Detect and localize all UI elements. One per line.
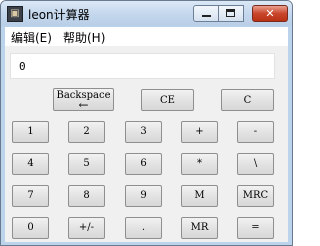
key-5[interactable]: 5 xyxy=(68,153,105,175)
key-4[interactable]: 4 xyxy=(12,153,49,175)
backspace-arrow-icon: ← xyxy=(78,98,89,112)
minimize-button[interactable] xyxy=(193,5,219,22)
key-6[interactable]: 6 xyxy=(125,153,162,175)
key-9[interactable]: 9 xyxy=(125,185,162,207)
key-decimal[interactable]: . xyxy=(125,217,162,239)
backspace-button[interactable]: Backspace ← xyxy=(53,88,114,111)
key-2[interactable]: 2 xyxy=(68,121,105,143)
key-0[interactable]: 0 xyxy=(12,217,49,239)
key-memory-mr[interactable]: MR xyxy=(181,217,218,239)
key-3[interactable]: 3 xyxy=(125,121,162,143)
menu-bar: 编辑(E) 帮助(H) xyxy=(5,27,288,46)
close-button[interactable]: ✕ xyxy=(252,5,288,22)
window-title: leon计算器 xyxy=(28,8,90,22)
key-divide[interactable]: \ xyxy=(237,153,274,175)
minimize-icon xyxy=(202,15,211,17)
title-bar[interactable]: ▣ leon计算器 ✕ xyxy=(1,1,292,26)
key-7[interactable]: 7 xyxy=(12,185,49,207)
key-add[interactable]: + xyxy=(181,121,218,143)
display-value: 0 xyxy=(19,60,26,73)
key-memory-m[interactable]: M xyxy=(181,185,218,207)
key-8[interactable]: 8 xyxy=(68,185,105,207)
menu-edit[interactable]: 编辑(E) xyxy=(11,29,52,46)
key-multiply[interactable]: * xyxy=(181,153,218,175)
key-sign-toggle[interactable]: +/- xyxy=(68,217,105,239)
maximize-button[interactable] xyxy=(219,5,244,22)
app-icon[interactable]: ▣ xyxy=(7,6,23,22)
result-display[interactable]: 0 xyxy=(10,53,275,79)
calculator-body: 0 Backspace ← CE C 1 2 3 + - 4 5 6 * \ 7 8 9 M MRC 0 +/-… xyxy=(5,46,288,242)
calculator-window: ▣ leon计算器 ✕ 编辑(E) 帮助(H) 0 Backspace ← CE… xyxy=(0,0,293,246)
maximize-icon xyxy=(226,9,235,17)
c-button[interactable]: C xyxy=(221,89,274,111)
ce-button[interactable]: CE xyxy=(141,89,194,111)
menu-help[interactable]: 帮助(H) xyxy=(63,29,105,46)
key-subtract[interactable]: - xyxy=(237,121,274,143)
close-icon: ✕ xyxy=(265,7,275,20)
key-1[interactable]: 1 xyxy=(12,121,49,143)
key-memory-mrc[interactable]: MRC xyxy=(237,185,274,207)
key-equals[interactable]: = xyxy=(237,217,274,239)
